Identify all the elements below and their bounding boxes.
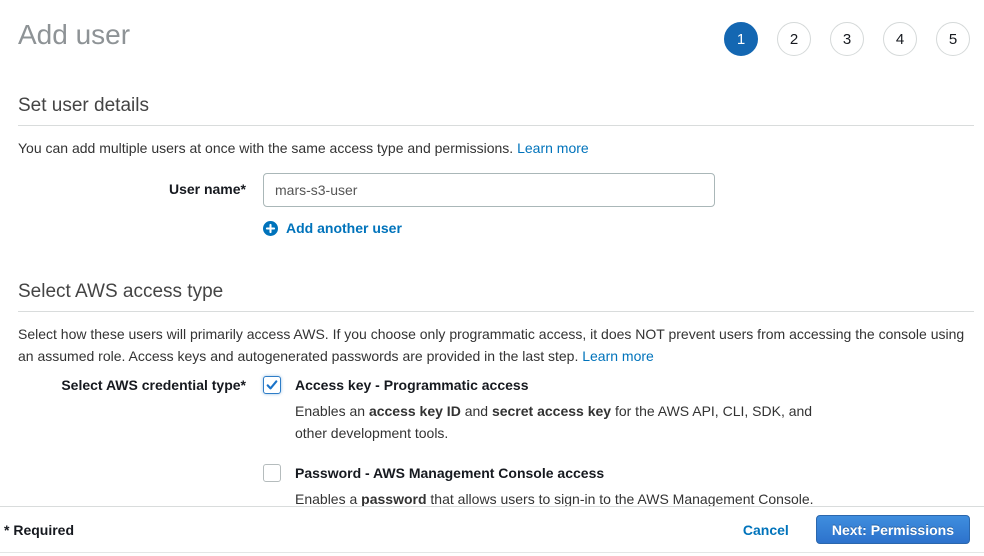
desc-text-bold: secret access key — [492, 403, 611, 419]
section-heading-access-type: Select AWS access type — [18, 280, 974, 303]
section-divider — [18, 125, 974, 126]
access-key-option-body: Access key - Programmatic access Enables… — [295, 376, 827, 444]
user-name-label: User name* — [18, 173, 263, 207]
password-checkbox[interactable] — [263, 464, 281, 482]
wizard-footer: * Required Cancel Next: Permissions — [0, 506, 984, 553]
step-indicator: 1 2 3 4 5 — [724, 22, 970, 56]
password-option-body: Password - AWS Management Console access… — [295, 464, 814, 510]
step-2: 2 — [777, 22, 811, 56]
access-type-intro-text: Select how these users will primarily ac… — [18, 326, 964, 364]
section-divider — [18, 311, 974, 312]
user-details-intro-text: You can add multiple users at once with … — [18, 140, 513, 156]
desc-text: that allows users to sign-in to the AWS … — [427, 491, 814, 507]
access-key-option-desc: Enables an access key ID and secret acce… — [295, 400, 827, 444]
learn-more-link-access-type[interactable]: Learn more — [582, 348, 654, 364]
step-1: 1 — [724, 22, 758, 56]
credential-type-row: Select AWS credential type* Access key -… — [18, 376, 974, 510]
access-key-option-title: Access key - Programmatic access — [295, 376, 827, 394]
add-another-user-button[interactable]: Add another user — [263, 220, 974, 236]
desc-text-bold: access key ID — [369, 403, 461, 419]
access-key-checkbox[interactable] — [263, 376, 281, 394]
step-3: 3 — [830, 22, 864, 56]
footer-actions: Cancel Next: Permissions — [743, 515, 970, 544]
desc-text-bold: password — [361, 491, 426, 507]
user-name-input[interactable] — [263, 173, 715, 207]
page-title: Add user — [18, 18, 130, 52]
next-permissions-button[interactable]: Next: Permissions — [816, 515, 970, 544]
learn-more-link-user-details[interactable]: Learn more — [517, 140, 589, 156]
section-select-access-type: Select AWS access type Select how these … — [18, 280, 974, 510]
password-option-title: Password - AWS Management Console access — [295, 464, 814, 482]
cancel-button[interactable]: Cancel — [743, 522, 789, 538]
credential-type-label: Select AWS credential type* — [18, 376, 263, 510]
required-note: * Required — [4, 522, 74, 538]
user-details-intro: You can add multiple users at once with … — [18, 137, 974, 159]
section-set-user-details: Set user details You can add multiple us… — [18, 94, 974, 236]
user-name-row: User name* — [18, 173, 974, 207]
check-icon — [266, 379, 278, 391]
option-access-key: Access key - Programmatic access Enables… — [263, 376, 827, 444]
plus-circle-icon[interactable] — [263, 221, 278, 236]
step-5: 5 — [936, 22, 970, 56]
user-name-field-wrap — [263, 173, 715, 207]
desc-text: and — [461, 403, 492, 419]
desc-text: Enables an — [295, 403, 369, 419]
step-4: 4 — [883, 22, 917, 56]
credential-options: Access key - Programmatic access Enables… — [263, 376, 827, 510]
section-heading-user-details: Set user details — [18, 94, 974, 117]
option-password: Password - AWS Management Console access… — [263, 464, 827, 510]
wizard-header: Add user 1 2 3 4 5 — [0, 0, 984, 56]
access-type-intro: Select how these users will primarily ac… — [18, 323, 974, 367]
add-another-user-label[interactable]: Add another user — [286, 220, 402, 236]
desc-text: Enables a — [295, 491, 361, 507]
